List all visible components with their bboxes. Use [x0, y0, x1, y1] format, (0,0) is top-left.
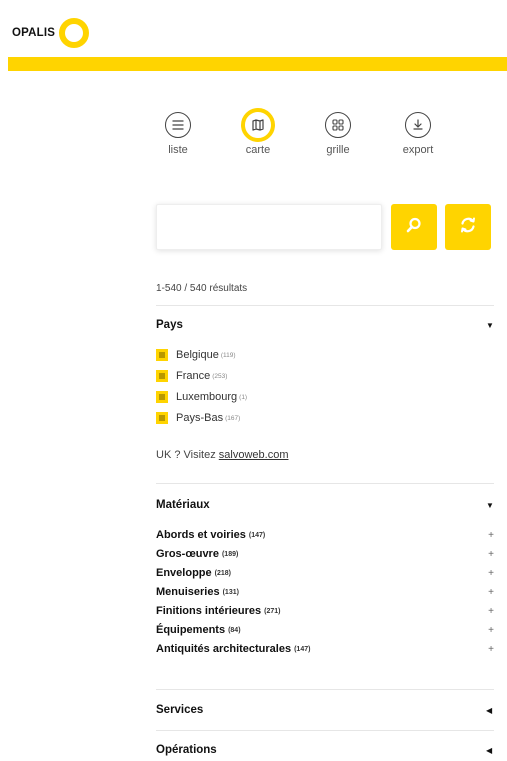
plus-icon[interactable]: +: [488, 606, 494, 617]
plus-icon[interactable]: +: [488, 625, 494, 636]
filter-services-title[interactable]: Services: [156, 704, 203, 716]
header-accent-bar: [8, 57, 507, 71]
filter-materiaux-item[interactable]: Équipements (84) +: [156, 623, 494, 637]
filter-materiaux-item[interactable]: Finitions intérieures (271) +: [156, 604, 494, 618]
caret-down-icon[interactable]: ▼: [486, 321, 494, 330]
caret-left-icon[interactable]: ◀: [486, 746, 492, 755]
refresh-icon: [458, 215, 478, 240]
search-button[interactable]: [391, 204, 437, 250]
brand-logo[interactable]: OPALIS: [12, 18, 90, 48]
list-icon: [165, 112, 191, 138]
plus-icon[interactable]: +: [488, 644, 494, 655]
grid-icon: [325, 112, 351, 138]
brand-name: OPALIS: [12, 27, 56, 39]
filter-pays-title[interactable]: Pays: [156, 319, 183, 331]
filter-materiaux-item[interactable]: Enveloppe (218) +: [156, 566, 494, 580]
view-map-button[interactable]: carte: [226, 108, 290, 156]
divider: [156, 730, 494, 731]
caret-down-icon[interactable]: ▼: [486, 501, 494, 510]
filter-pays-france[interactable]: France (253): [156, 369, 227, 383]
filter-pays-belgique[interactable]: Belgique (119): [156, 348, 236, 362]
checkbox-icon[interactable]: [156, 391, 168, 403]
salvoweb-link[interactable]: salvoweb.com: [219, 449, 289, 461]
search-icon: [405, 216, 423, 239]
view-export-button[interactable]: export: [386, 112, 450, 156]
divider: [156, 305, 494, 306]
plus-icon[interactable]: +: [488, 568, 494, 579]
view-list-button[interactable]: liste: [146, 112, 210, 156]
view-switcher: liste carte grille export: [146, 108, 456, 166]
checkbox-icon[interactable]: [156, 412, 168, 424]
filter-operations-title[interactable]: Opérations: [156, 744, 217, 756]
site-header: OPALIS: [0, 0, 507, 72]
filter-pays-pays-bas[interactable]: Pays-Bas (167): [156, 411, 240, 425]
view-list-label: liste: [168, 144, 188, 156]
filter-materiaux-item[interactable]: Abords et voiries (147) +: [156, 528, 494, 542]
divider: [156, 689, 494, 690]
filter-materiaux-title[interactable]: Matériaux: [156, 499, 210, 511]
brand-ring-icon: [59, 18, 90, 48]
reset-button[interactable]: [445, 204, 491, 250]
uk-note: UK ? Visitez salvoweb.com: [156, 449, 289, 461]
plus-icon[interactable]: +: [488, 549, 494, 560]
checkbox-icon[interactable]: [156, 370, 168, 382]
view-grid-label: grille: [326, 144, 350, 156]
filter-materiaux-item[interactable]: Menuiseries (131) +: [156, 585, 494, 599]
download-icon: [405, 112, 431, 138]
view-map-label: carte: [245, 144, 271, 156]
map-icon: [241, 108, 275, 142]
caret-left-icon[interactable]: ◀: [486, 706, 492, 715]
view-export-label: export: [402, 144, 434, 156]
filter-pays-luxembourg[interactable]: Luxembourg (1): [156, 390, 247, 404]
view-grid-button[interactable]: grille: [306, 112, 370, 156]
filter-materiaux-item[interactable]: Gros-œuvre (189) +: [156, 547, 494, 561]
plus-icon[interactable]: +: [488, 530, 494, 541]
results-count: 1-540 / 540 résultats: [156, 283, 248, 294]
filter-materiaux-item[interactable]: Antiquités architecturales (147) +: [156, 642, 494, 656]
plus-icon[interactable]: +: [488, 587, 494, 598]
divider: [156, 483, 494, 484]
search-input[interactable]: [156, 204, 382, 250]
checkbox-icon[interactable]: [156, 349, 168, 361]
